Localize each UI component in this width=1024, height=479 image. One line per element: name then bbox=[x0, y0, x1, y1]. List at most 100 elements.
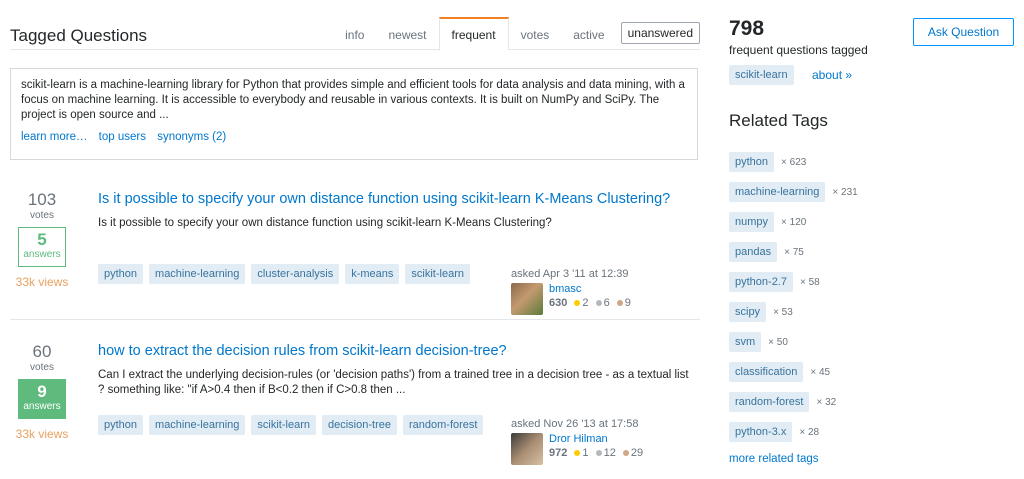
bronze-badge-icon bbox=[616, 300, 623, 307]
related-tag-count: × 623 bbox=[781, 156, 807, 168]
question-title-link[interactable]: how to extract the decision rules from s… bbox=[98, 342, 698, 361]
related-tag[interactable]: svm bbox=[729, 332, 762, 352]
tag-random-forest[interactable]: random-forest bbox=[402, 415, 484, 435]
related-tag[interactable]: python bbox=[729, 152, 775, 172]
ask-question-button[interactable]: Ask Question bbox=[913, 18, 1014, 46]
reputation: 630 2 6 9 bbox=[549, 297, 631, 309]
answer-count: 5 bbox=[37, 230, 47, 249]
question-summary: 103 votes 5 answers 33k views Is it poss… bbox=[10, 190, 700, 320]
header: Tagged Questions info newest frequent vo… bbox=[10, 16, 700, 51]
bronze-badge-icon bbox=[622, 450, 629, 457]
bronze-badges: 9 bbox=[616, 297, 631, 309]
gold-badge-count: 2 bbox=[582, 297, 589, 309]
tab-newest[interactable]: newest bbox=[376, 16, 438, 50]
related-tag-row: pandas × 75 bbox=[729, 237, 858, 267]
silver-badge-icon bbox=[595, 300, 602, 307]
bronze-badge-count: 29 bbox=[630, 447, 644, 459]
silver-badges: 6 bbox=[595, 297, 610, 309]
gold-badge-icon bbox=[574, 300, 581, 307]
question-excerpt: Is it possible to specify your own dista… bbox=[98, 217, 552, 229]
related-tag[interactable]: numpy bbox=[729, 212, 775, 232]
question-owner: asked Apr 3 '11 at 12:39 bmasc 630 2 6 9 bbox=[511, 268, 681, 315]
tag-machine-learning[interactable]: machine-learning bbox=[149, 415, 246, 435]
question-body: how to extract the decision rules from s… bbox=[98, 342, 698, 465]
question-body: Is it possible to specify your own dista… bbox=[98, 190, 698, 315]
tab-unanswered[interactable]: unanswered bbox=[620, 22, 700, 44]
current-tag[interactable]: scikit-learn bbox=[729, 65, 794, 85]
learn-more-link[interactable]: learn more… bbox=[21, 131, 87, 143]
view-count: 33k views bbox=[15, 427, 69, 441]
synonyms-link[interactable]: synonyms (2) bbox=[157, 131, 226, 143]
silver-badge-icon bbox=[595, 450, 602, 457]
vote-count: 60 bbox=[32, 342, 52, 361]
related-tag-row: python × 623 bbox=[729, 147, 858, 177]
more-related-tags-link[interactable]: more related tags bbox=[729, 453, 819, 465]
vote-label: votes bbox=[30, 362, 54, 373]
user-name-link[interactable]: Dror Hilman bbox=[549, 433, 643, 445]
answer-count-box-accepted: 9 answers bbox=[18, 379, 66, 419]
tag-machine-learning[interactable]: machine-learning bbox=[149, 264, 246, 284]
question-tags: python machine-learning scikit-learn dec… bbox=[98, 415, 484, 435]
tab-votes[interactable]: votes bbox=[509, 16, 562, 50]
vote-label: votes bbox=[30, 210, 54, 221]
bronze-badges: 29 bbox=[622, 447, 644, 459]
related-tag[interactable]: classification bbox=[729, 362, 804, 382]
related-tags-heading: Related Tags bbox=[729, 111, 828, 130]
answer-label: answers bbox=[23, 249, 61, 260]
related-tag-count: × 58 bbox=[799, 276, 820, 288]
related-tag-count: × 45 bbox=[810, 366, 831, 378]
related-tag-row: python-3.x × 28 bbox=[729, 417, 858, 447]
tag-scikit-learn[interactable]: scikit-learn bbox=[405, 264, 470, 284]
user-details: bmasc 630 2 6 9 bbox=[549, 283, 631, 315]
tag-decision-tree[interactable]: decision-tree bbox=[322, 415, 397, 435]
asked-time: asked Nov 26 '13 at 17:58 bbox=[511, 418, 639, 430]
about-tag-link[interactable]: about » bbox=[812, 68, 852, 82]
related-tag[interactable]: machine-learning bbox=[729, 182, 826, 202]
question-title-link[interactable]: Is it possible to specify your own dista… bbox=[98, 190, 698, 209]
related-tags-list: python × 623 machine-learning × 231 numpy ×… bbox=[729, 147, 858, 447]
question-excerpt: Can I extract the underlying decision-ru… bbox=[98, 369, 689, 396]
tab-active[interactable]: active bbox=[561, 16, 616, 50]
silver-badge-count: 6 bbox=[603, 297, 610, 309]
related-tag-row: machine-learning × 231 bbox=[729, 177, 858, 207]
question-stats: 60 votes 9 answers 33k views bbox=[10, 342, 74, 441]
tab-info[interactable]: info bbox=[333, 16, 376, 50]
user-name-link[interactable]: bmasc bbox=[549, 283, 631, 295]
top-users-link[interactable]: top users bbox=[99, 131, 146, 143]
tag-scikit-learn[interactable]: scikit-learn bbox=[251, 415, 316, 435]
related-tag[interactable]: pandas bbox=[729, 242, 778, 262]
related-tag-count: × 75 bbox=[784, 246, 804, 258]
tag-k-means[interactable]: k-means bbox=[345, 264, 400, 284]
user-details: Dror Hilman 972 1 12 29 bbox=[549, 433, 643, 465]
related-tag-row: python-2.7 × 58 bbox=[729, 267, 858, 297]
reputation: 972 1 12 29 bbox=[549, 447, 643, 459]
asked-time: asked Apr 3 '11 at 12:39 bbox=[511, 268, 629, 280]
related-tag[interactable]: scipy bbox=[729, 302, 767, 322]
gold-badges: 1 bbox=[574, 447, 589, 459]
related-tag-count: × 32 bbox=[816, 396, 837, 408]
related-tag[interactable]: random-forest bbox=[729, 392, 810, 412]
bronze-badge-count: 9 bbox=[624, 297, 631, 309]
tag-python[interactable]: python bbox=[98, 264, 144, 284]
tag-cluster-analysis[interactable]: cluster-analysis bbox=[251, 264, 340, 284]
gold-badges: 2 bbox=[574, 297, 589, 309]
related-tag[interactable]: python-2.7 bbox=[729, 272, 793, 292]
related-tag-count: × 53 bbox=[773, 306, 793, 318]
avatar[interactable] bbox=[511, 433, 543, 465]
question-count: 798 bbox=[729, 17, 765, 40]
silver-badges: 12 bbox=[595, 447, 616, 459]
avatar[interactable] bbox=[511, 283, 543, 315]
gold-badge-count: 1 bbox=[582, 447, 589, 459]
answer-count: 9 bbox=[37, 382, 47, 401]
tab-frequent[interactable]: frequent bbox=[438, 17, 509, 51]
related-tag[interactable]: python-3.x bbox=[729, 422, 793, 442]
question-tags: python machine-learning cluster-analysis… bbox=[98, 264, 470, 284]
related-tag-row: random-forest × 32 bbox=[729, 387, 858, 417]
related-tag-row: scipy × 53 bbox=[729, 297, 858, 327]
silver-badge-count: 12 bbox=[603, 447, 616, 459]
related-tag-count: × 120 bbox=[781, 216, 807, 228]
question-owner: asked Nov 26 '13 at 17:58 Dror Hilman 97… bbox=[511, 418, 681, 465]
tag-python[interactable]: python bbox=[98, 415, 144, 435]
related-tag-count: × 28 bbox=[799, 426, 820, 438]
sidebar: 798 frequent questions tagged Ask Questi… bbox=[729, 0, 1024, 479]
